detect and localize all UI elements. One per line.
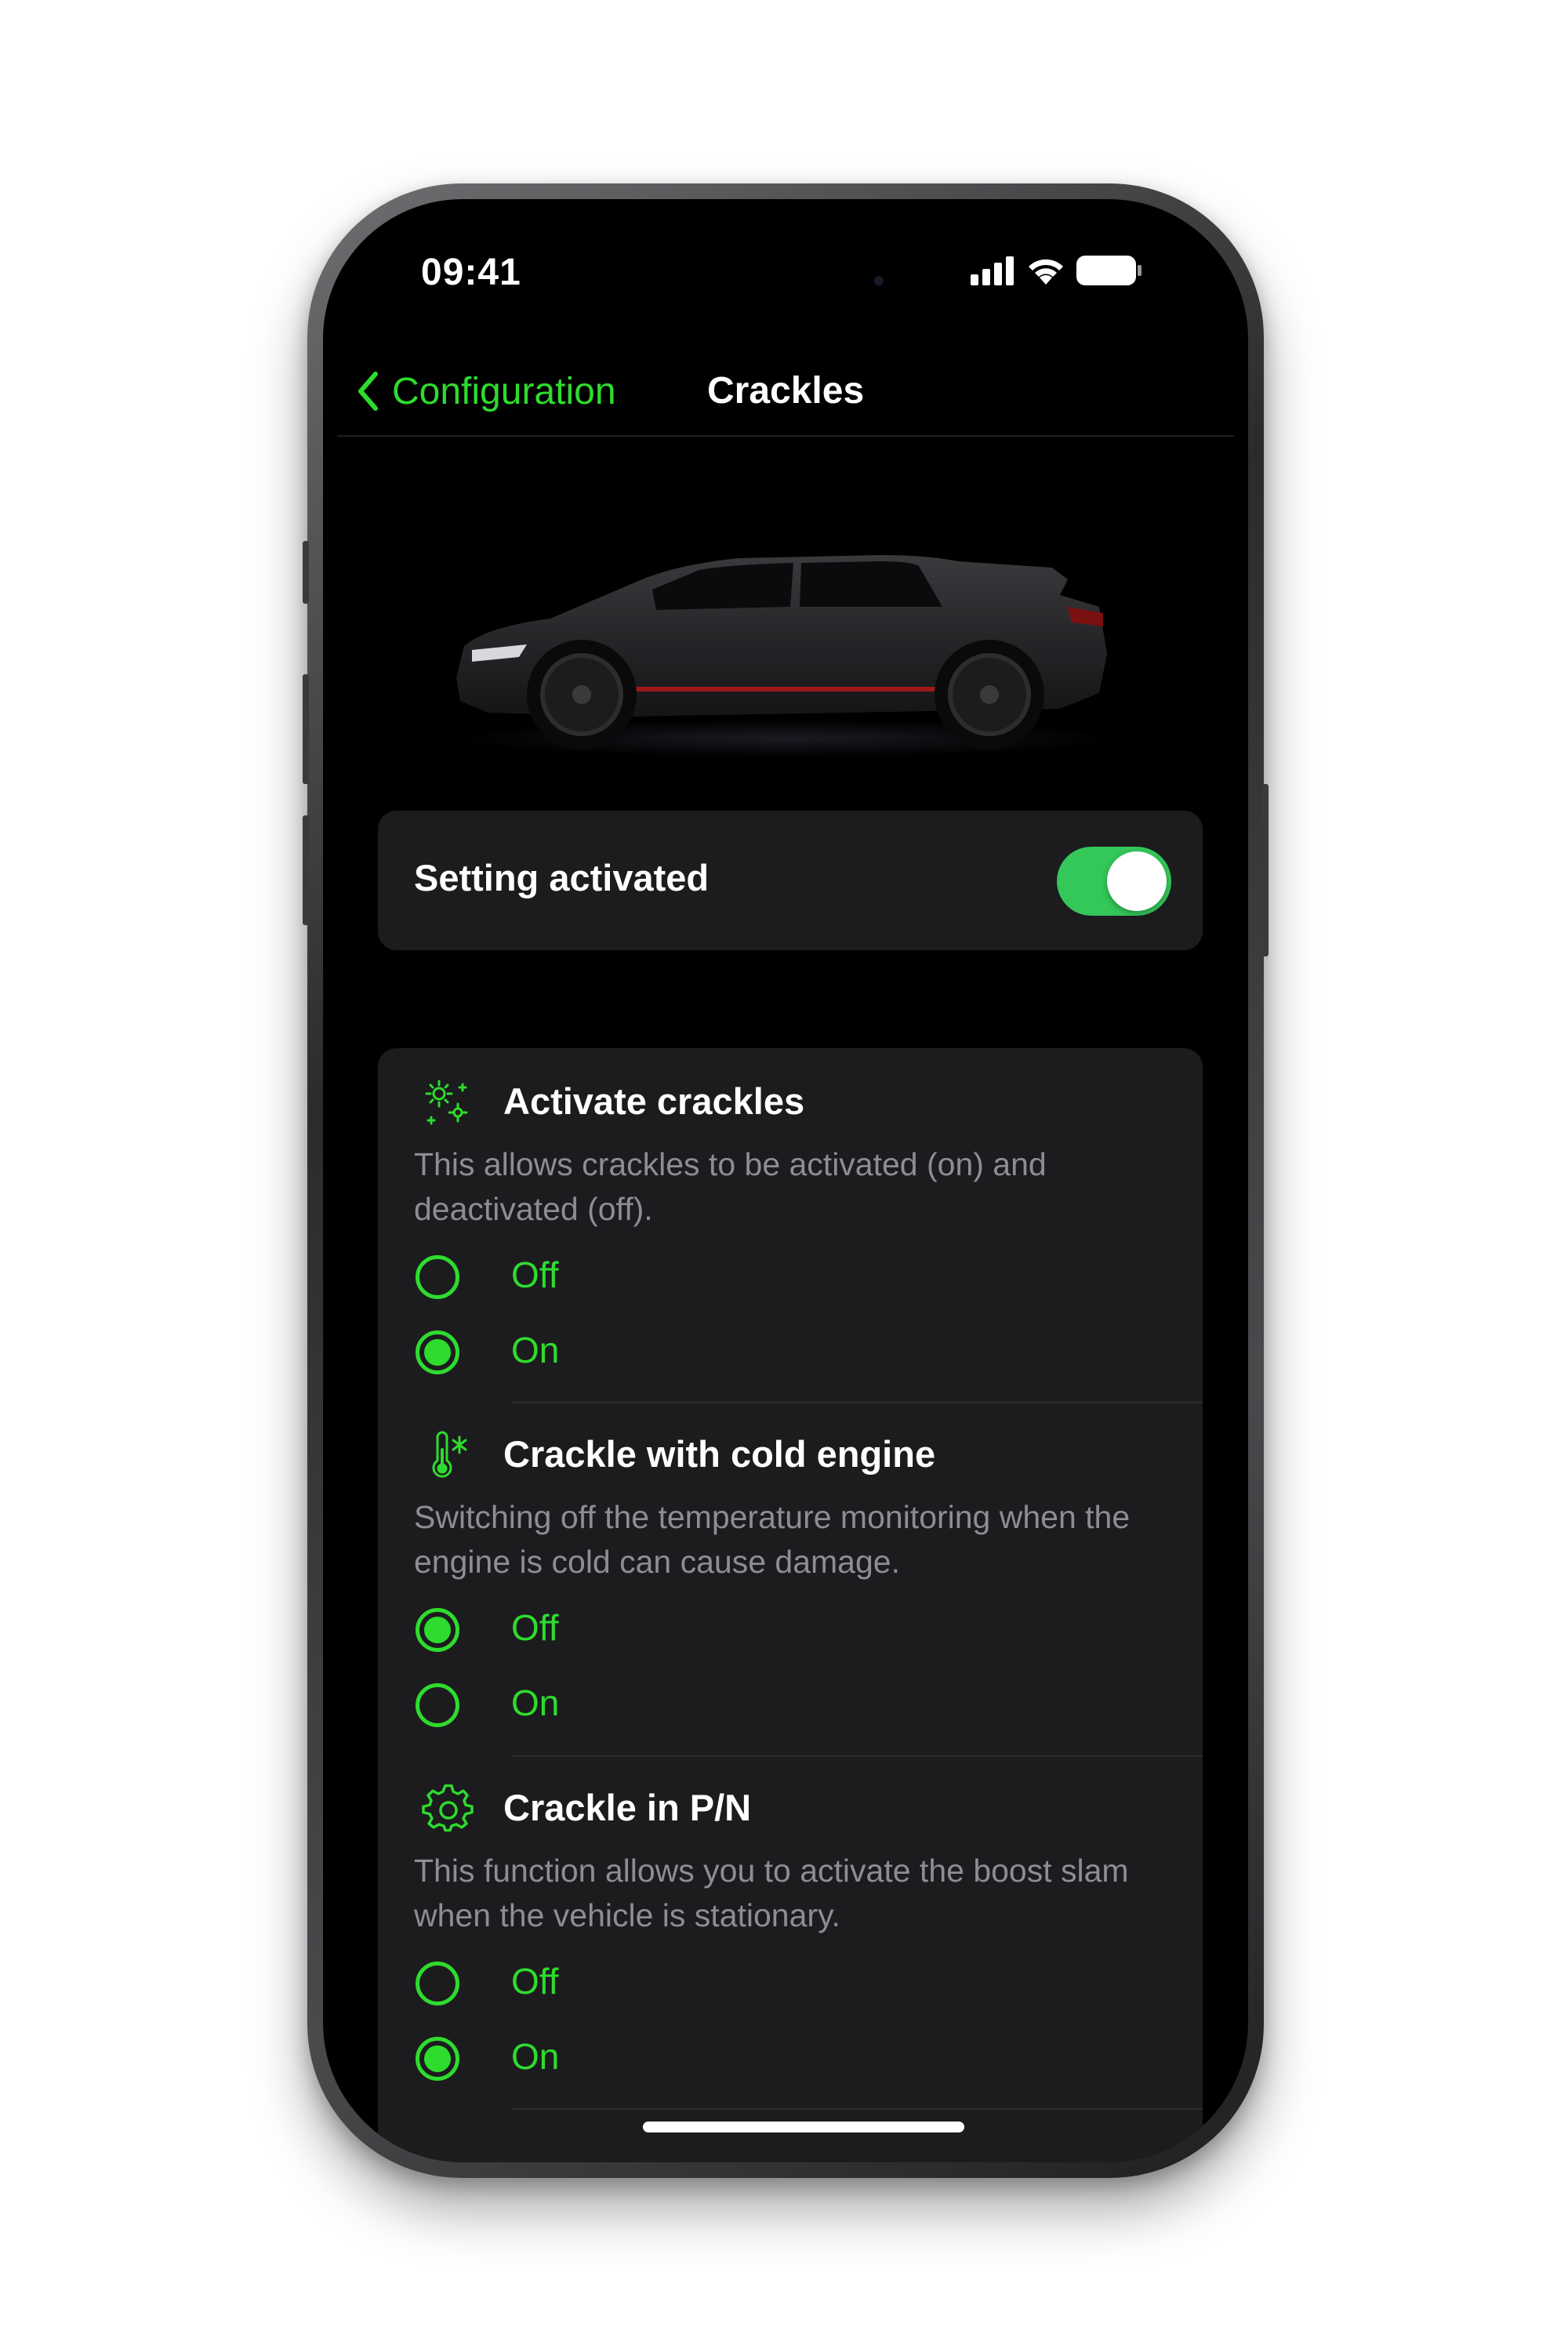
radio-button-selected[interactable] — [416, 1330, 459, 1374]
radio-option-on[interactable]: On — [416, 1679, 729, 1735]
action-button — [303, 541, 309, 604]
back-button[interactable]: Configuration — [356, 356, 616, 426]
section-title: Crackle in P/N — [503, 1787, 752, 1828]
front-camera — [874, 276, 884, 285]
radio-option-off[interactable]: Off — [416, 1957, 729, 2013]
section-title: Crackle with cold engine — [503, 1433, 936, 1475]
nav-divider — [337, 435, 1234, 437]
volume-down-button — [303, 815, 309, 925]
car-image — [456, 555, 1115, 757]
cellular-signal-icon — [971, 256, 1014, 285]
radio-label: On — [511, 2036, 560, 2077]
rear-wheel — [935, 640, 1044, 750]
radio-label: Off — [511, 1607, 559, 1648]
wifi-icon — [1029, 259, 1063, 285]
radio-label: On — [511, 1330, 560, 1370]
section-divider — [511, 2108, 1203, 2110]
radio-label: On — [511, 1682, 560, 1723]
radio-button-selected[interactable] — [416, 2037, 459, 2081]
chevron-left-icon — [358, 372, 378, 411]
status-icons — [969, 254, 1143, 287]
page-title: Crackles — [707, 370, 865, 412]
section-description: This function allows you to activate the… — [414, 1853, 1129, 1933]
app-screen: 09:41 Configuration Crackles Setting act… — [323, 199, 1248, 2162]
radio-button-selected[interactable] — [416, 1608, 459, 1652]
radio-button[interactable] — [416, 1683, 459, 1727]
power-button — [1262, 784, 1269, 956]
battery-icon — [1076, 256, 1142, 285]
radio-label: Off — [511, 1961, 559, 2002]
section-title: Activate crackles — [503, 1080, 805, 1122]
toggle-label: Setting activated — [414, 857, 710, 898]
radio-label: Off — [511, 1254, 559, 1295]
back-label: Configuration — [392, 370, 616, 412]
radio-option-on[interactable]: On — [416, 1326, 729, 1382]
radio-button[interactable] — [416, 1962, 459, 2005]
section-description: Switching off the temperature monitoring… — [414, 1499, 1131, 1580]
home-indicator[interactable] — [643, 2122, 964, 2132]
status-time: 09:41 — [421, 252, 521, 293]
master-toggle-card: Setting activated — [378, 811, 1203, 950]
thermometer-snowflake-icon — [432, 1431, 467, 1478]
section-divider — [511, 1755, 1203, 1757]
gear-icon — [422, 1784, 474, 1832]
radio-option-off[interactable]: Off — [416, 1603, 729, 1660]
section-divider — [511, 1402, 1203, 1403]
front-wheel — [527, 640, 637, 750]
toggle-knob — [1107, 851, 1167, 911]
sparkle-icon — [425, 1080, 468, 1125]
setting-activated-toggle[interactable] — [1057, 847, 1171, 916]
radio-option-on[interactable]: On — [416, 2032, 729, 2089]
radio-option-off[interactable]: Off — [416, 1250, 729, 1307]
radio-button[interactable] — [416, 1255, 459, 1299]
section-description: This allows crackles to be activated (on… — [414, 1146, 1047, 1227]
options-card: Activate crackles This allows crackles t… — [378, 1048, 1203, 2162]
volume-up-button — [303, 674, 309, 784]
